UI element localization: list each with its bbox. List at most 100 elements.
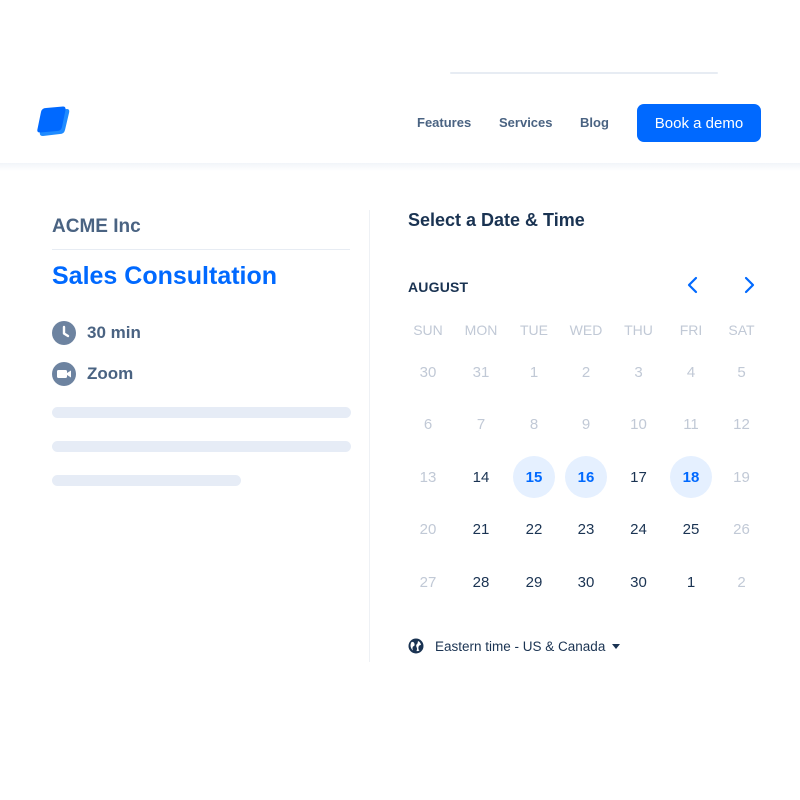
panel-divider <box>369 210 370 662</box>
calendar-day-disabled: 6 <box>402 404 454 446</box>
calendar-day[interactable]: 22 <box>508 509 560 551</box>
calendar-weeks: 30 31 1 2 3 4 5 6 7 8 9 10 11 12 13 14 15 16 17 18 19 20 21 22 2… <box>402 346 766 609</box>
calendar-day-disabled: 5 <box>717 351 766 393</box>
calendar-day-disabled: 11 <box>665 404 717 446</box>
day-number: 30 <box>577 573 595 591</box>
calendar-day-disabled: 13 <box>402 456 454 498</box>
brand-logo-icon[interactable] <box>36 106 72 140</box>
day-number: 31 <box>472 363 490 381</box>
day-number: 10 <box>630 416 647 434</box>
calendar-grid: SUN MON TUE WED THU FRI SAT 30 31 1 2 3 4 5 6 7 8… <box>402 322 766 609</box>
calendar-day[interactable]: 28 <box>454 561 508 603</box>
calendar-day-disabled: 8 <box>508 404 560 446</box>
nav-link-features[interactable]: Features <box>417 115 471 130</box>
month-label: AUGUST <box>408 279 469 295</box>
calendar-day[interactable]: 29 <box>508 561 560 603</box>
calendar-day[interactable]: 1 <box>665 561 717 603</box>
calendar-day[interactable]: 30 <box>560 561 612 603</box>
calendar-day-disabled: 31 <box>454 351 508 393</box>
calendar-week-row: 27 28 29 30 30 1 2 <box>402 556 766 609</box>
day-number: 30 <box>419 363 437 381</box>
day-number: 25 <box>682 521 700 539</box>
calendar-day-disabled: 19 <box>717 456 766 498</box>
day-number: 26 <box>733 521 750 539</box>
header-shadow <box>0 163 800 171</box>
day-number: 8 <box>529 416 539 434</box>
weekday-label: SAT <box>728 322 755 338</box>
weekday-label: MON <box>464 322 498 338</box>
calendar-week-row: 6 7 8 9 10 11 12 <box>402 399 766 452</box>
day-number: 19 <box>733 468 750 486</box>
day-number: 2 <box>581 363 591 381</box>
company-name: ACME Inc <box>52 216 141 237</box>
day-number: 1 <box>529 363 539 381</box>
calendar-day[interactable]: 14 <box>454 456 508 498</box>
calendar-day-disabled: 9 <box>560 404 612 446</box>
weekday-label: WED <box>569 322 603 338</box>
company-divider <box>52 249 350 250</box>
day-number: 20 <box>419 521 437 539</box>
calendar-day-disabled: 7 <box>454 404 508 446</box>
day-number: 12 <box>733 416 750 434</box>
calendar-day-available[interactable]: 18 <box>665 456 717 498</box>
timezone-selector[interactable]: Eastern time - US & Canada <box>408 638 621 654</box>
chevron-left-icon <box>687 276 698 294</box>
calendar-day-disabled: 26 <box>717 509 766 551</box>
weekday-label: THU <box>624 322 653 338</box>
calendar-day-available[interactable]: 15 <box>508 456 560 498</box>
calendar-day-available[interactable]: 16 <box>560 456 612 498</box>
calendar-day[interactable]: 23 <box>560 509 612 551</box>
day-number: 3 <box>634 363 643 381</box>
event-title: Sales Consultation <box>52 262 278 290</box>
nav-link-blog[interactable]: Blog <box>580 115 609 130</box>
day-number: 30 <box>630 573 647 591</box>
day-number: 9 <box>581 416 591 434</box>
calendar-week-row: 20 21 22 23 24 25 26 <box>402 504 766 557</box>
day-number: 17 <box>630 468 647 486</box>
calendar-day[interactable]: 25 <box>665 509 717 551</box>
day-number: 23 <box>577 521 595 539</box>
caret-down-icon <box>612 643 621 649</box>
calendar-day-disabled: 2 <box>560 351 612 393</box>
clock-icon <box>52 321 76 345</box>
calendar-week-row: 30 31 1 2 3 4 5 <box>402 346 766 399</box>
next-month-button[interactable] <box>737 273 761 297</box>
nav-link-services[interactable]: Services <box>499 115 553 130</box>
globe-icon <box>408 638 424 654</box>
weekday-label: TUE <box>520 322 548 338</box>
calendar-day-disabled: 20 <box>402 509 454 551</box>
book-demo-button[interactable]: Book a demo <box>637 104 761 142</box>
day-number: 2 <box>737 573 746 591</box>
calendar-day[interactable]: 21 <box>454 509 508 551</box>
calendar-day[interactable]: 17 <box>612 456 665 498</box>
location-row: Zoom <box>52 362 133 386</box>
day-number: 24 <box>630 521 647 539</box>
weekday-label: SUN <box>413 322 443 338</box>
calendar-day[interactable]: 24 <box>612 509 665 551</box>
day-number: 18 <box>682 468 700 486</box>
day-number: 13 <box>419 468 437 486</box>
weekday-header-row: SUN MON TUE WED THU FRI SAT <box>402 322 766 346</box>
day-number: 22 <box>525 521 543 539</box>
day-number: 15 <box>525 468 543 486</box>
day-number: 27 <box>419 573 437 591</box>
day-number: 28 <box>472 573 490 591</box>
calendar-day-disabled: 3 <box>612 351 665 393</box>
location-label: Zoom <box>87 364 134 383</box>
day-number: 6 <box>423 416 433 434</box>
prev-month-button[interactable] <box>681 273 705 297</box>
video-camera-icon <box>52 362 76 386</box>
day-number: 14 <box>472 468 490 486</box>
day-number: 5 <box>737 363 746 381</box>
calendar-title: Select a Date & Time <box>408 210 585 230</box>
calendar-day-disabled: 10 <box>612 404 665 446</box>
description-placeholder-line <box>52 441 351 452</box>
timezone-label: Eastern time - US & Canada <box>435 638 606 654</box>
chevron-right-icon <box>744 276 755 294</box>
description-placeholder-line <box>52 475 241 486</box>
day-number: 16 <box>577 468 595 486</box>
calendar-week-row: 13 14 15 16 17 18 19 <box>402 451 766 504</box>
calendar-day[interactable]: 30 <box>612 561 665 603</box>
weekday-label: FRI <box>679 322 703 338</box>
calendar-day-disabled: 1 <box>508 351 560 393</box>
